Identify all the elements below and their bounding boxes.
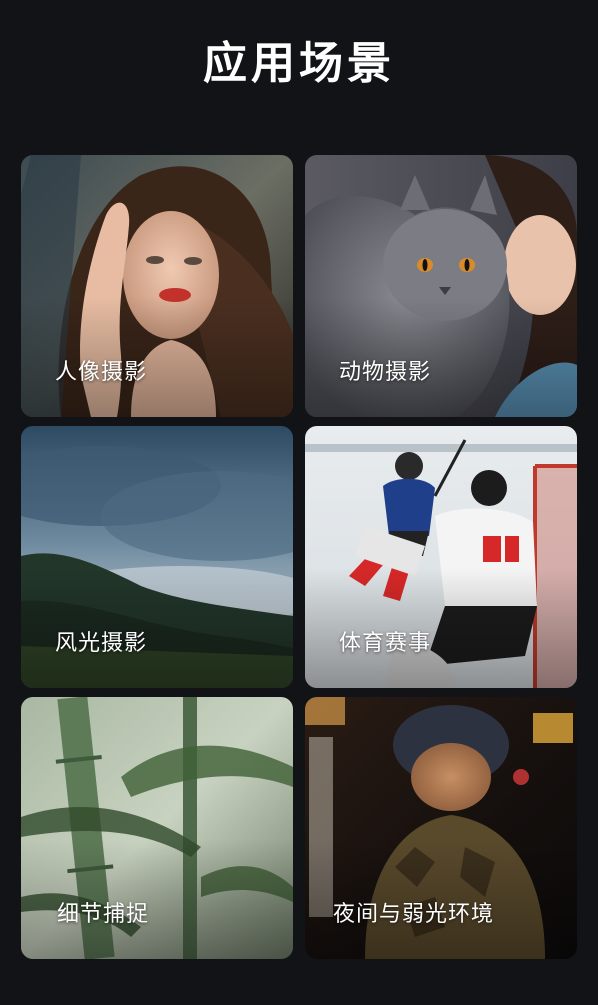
label-shade xyxy=(21,568,293,688)
scenario-label: 夜间与弱光环境 xyxy=(333,902,495,927)
scenario-card-animal[interactable]: 动物摄影 xyxy=(305,155,577,417)
page-title: 应用场景 xyxy=(203,38,395,89)
scenario-label: 风光摄影 xyxy=(55,631,148,656)
label-shade xyxy=(305,297,577,417)
label-shade xyxy=(21,839,293,959)
scenario-label: 人像摄影 xyxy=(55,360,148,385)
scenario-card-landscape[interactable]: 风光摄影 xyxy=(21,426,293,688)
label-shade xyxy=(21,297,293,417)
scenario-grid: 人像摄影 动物摄影 风光摄影 体育赛事 细节捕捉 夜间与弱光环境 xyxy=(21,155,577,960)
label-shade xyxy=(305,839,577,959)
scenario-card-night-lowlight[interactable]: 夜间与弱光环境 xyxy=(305,697,577,959)
scenario-label: 细节捕捉 xyxy=(57,902,150,927)
scenario-card-detail[interactable]: 细节捕捉 xyxy=(21,697,293,959)
scenarios-page: 应用场景 人像摄影 动物摄影 风光摄影 体育赛事 细节捕捉 夜间与弱光环境 xyxy=(0,0,598,1005)
scenario-label: 动物摄影 xyxy=(339,360,432,385)
scenario-label: 体育赛事 xyxy=(339,631,432,656)
label-shade xyxy=(305,568,577,688)
scenario-card-sports[interactable]: 体育赛事 xyxy=(305,426,577,688)
scenario-card-portrait[interactable]: 人像摄影 xyxy=(21,155,293,417)
